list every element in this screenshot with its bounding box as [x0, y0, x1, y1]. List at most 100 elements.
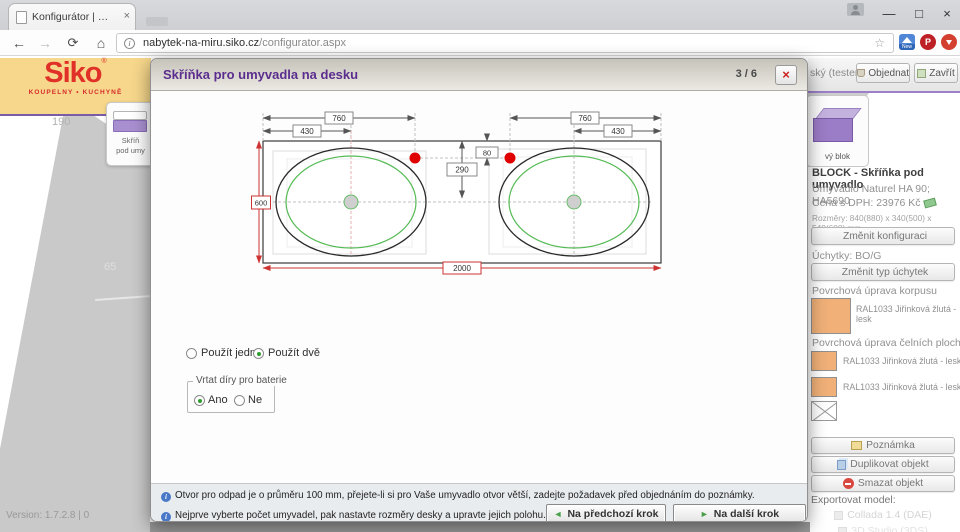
export-3ds-button[interactable]: 3D Studio (3DS) [811, 524, 955, 532]
modal-titlebar: Skříňka pro umyvadla na desku 3 / 6 × [151, 59, 808, 91]
surface-front-label: Povrchová úprava čelních ploch [812, 337, 960, 349]
forward-icon[interactable]: → [34, 32, 56, 54]
note-button[interactable]: Poznámka [811, 437, 955, 454]
tab-title: Konfigurátor | Nábytek n [32, 11, 112, 23]
close-app-button[interactable]: Zavřít [914, 63, 958, 83]
dim-430-left: 430 [300, 127, 314, 136]
next-step-button[interactable]: ► Na další krok [673, 504, 806, 522]
tab-close-icon[interactable]: × [124, 10, 130, 22]
pinterest-extension-icon[interactable]: P [920, 34, 936, 50]
radio-no[interactable] [234, 395, 245, 406]
configurator-modal: Skříňka pro umyvadla na desku 3 / 6 × [150, 58, 808, 522]
info-line-1: iOtvor pro odpad je o průměru 100 mm, př… [161, 490, 755, 502]
delete-icon [843, 478, 854, 489]
thumbnail-cabinet-card[interactable]: Skříň pod umy [106, 102, 155, 166]
back-icon[interactable]: ← [8, 32, 30, 54]
sidebar-handles: Úchytky: BO/G [812, 250, 958, 262]
window-close-button[interactable]: × [936, 0, 958, 28]
dim-80: 80 [483, 149, 491, 158]
empty-color-swatch[interactable] [811, 401, 837, 421]
browser-tab[interactable]: Konfigurátor | Nábytek n × [8, 3, 136, 30]
scene-dimension-190: 190 [52, 116, 70, 128]
radio-use-one[interactable] [186, 348, 197, 359]
scene-wall [0, 116, 150, 532]
extension-new-badge: New [899, 44, 915, 50]
dim-600: 600 [255, 199, 268, 208]
thumbnail-label-line1: Skříň [107, 136, 154, 145]
exit-icon [917, 69, 926, 78]
front-color-name-2: RAL1033 Jiřinková žlutá - lesk [843, 382, 960, 392]
thumbnail-label-line2: pod umy [107, 146, 154, 155]
surface-body-label: Povrchová úprava korpusu [812, 285, 960, 297]
modal-title: Skříňka pro umyvadla na desku [163, 67, 358, 82]
front-color-name-1: RAL1033 Jiřinková žlutá - lesk [843, 356, 960, 366]
copy-icon [837, 460, 846, 470]
reload-icon[interactable]: ⟳ [62, 32, 84, 54]
dim-760-right: 760 [578, 114, 592, 123]
window-minimize-button[interactable]: — [878, 0, 900, 28]
next-arrow-icon: ► [700, 509, 709, 519]
radio-yes-label[interactable]: Ano [208, 394, 228, 406]
radio-use-two[interactable] [253, 348, 264, 359]
screenshot-extension-icon[interactable]: New [899, 34, 915, 50]
radio-use-two-label[interactable]: Použít dvě [268, 347, 320, 359]
url-bar[interactable]: i nabytek-na-miru.siko.cz/configurator.a… [116, 33, 894, 53]
body-color-name: RAL1033 Jiřinková žlutá - lesk [856, 304, 960, 324]
window-maximize-button[interactable]: □ [908, 0, 930, 28]
info-line-2: iNejprve vyberte počet umyvadel, pak nas… [161, 510, 546, 522]
sidebar-price: Cena s DPH: 23976 Kč [812, 197, 960, 209]
order-button[interactable]: Objednat [856, 63, 910, 83]
left-drain [344, 195, 358, 209]
info-icon: i [161, 512, 171, 522]
toolbar-divider [808, 91, 960, 93]
prev-arrow-icon: ◄ [554, 509, 563, 519]
scene-dimension-65: 65 [104, 261, 116, 273]
user-label: ský (tester) [810, 67, 862, 79]
body-color-swatch[interactable] [811, 298, 851, 334]
money-icon [923, 198, 937, 209]
dim-290: 290 [455, 166, 469, 175]
cart-icon [857, 69, 865, 77]
note-icon [851, 441, 862, 450]
modal-close-button[interactable]: × [775, 65, 797, 85]
url-host: nabytek-na-miru.siko.cz [143, 37, 259, 49]
dim-760-left: 760 [332, 114, 346, 123]
profile-icon[interactable] [847, 3, 864, 16]
thumbnail-block-card[interactable]: vý blok [806, 95, 869, 167]
previous-step-button[interactable]: ◄ Na předchozí krok [546, 504, 666, 522]
page-favicon-icon [16, 11, 27, 24]
block-thumbnail-label: vý blok [807, 152, 868, 161]
info-icon: i [161, 492, 171, 502]
export-label: Exportovat model: [811, 494, 959, 506]
radio-no-label[interactable]: Ne [248, 394, 262, 406]
collada-icon [834, 511, 843, 520]
front-color-swatch-2[interactable] [811, 377, 837, 397]
dim-430-right: 430 [611, 127, 625, 136]
duplicate-object-button[interactable]: Duplikovat objekt [811, 456, 955, 473]
new-tab-button[interactable] [146, 17, 168, 26]
siko-logo[interactable]: Siko® [0, 58, 151, 88]
url-text: nabytek-na-miru.siko.cz/configurator.asp… [143, 37, 346, 49]
pocket-extension-icon[interactable] [941, 34, 957, 50]
site-info-icon[interactable]: i [124, 38, 135, 49]
step-indicator: 3 / 6 [736, 68, 757, 80]
browser-tab-bar: Konfigurátor | Nábytek n × — □ × [0, 0, 960, 30]
change-configuration-button[interactable]: Změnit konfiguraci [811, 227, 955, 245]
right-drain [567, 195, 581, 209]
block-icon [813, 118, 853, 142]
delete-object-button[interactable]: Smazat objekt [811, 475, 955, 492]
right-faucet-hole[interactable] [505, 153, 516, 164]
sink-icon [113, 111, 147, 120]
front-color-swatch-1[interactable] [811, 351, 837, 371]
left-faucet-hole[interactable] [410, 153, 421, 164]
change-handles-button[interactable]: Změnit typ úchytek [811, 263, 955, 281]
faucet-holes-legend: Vrtat díry pro baterie [193, 375, 290, 386]
home-icon[interactable]: ⌂ [90, 32, 112, 54]
modal-footer: iOtvor pro odpad je o průměru 100 mm, př… [151, 483, 808, 522]
version-label: Version: 1.7.2.8 | 0 [6, 510, 89, 521]
export-collada-button[interactable]: Collada 1.4 (DAE) [811, 508, 955, 522]
radio-yes[interactable] [194, 395, 205, 406]
application-window: Konfigurátor | Nábytek n × — □ × ← → ⟳ ⌂… [0, 0, 960, 532]
bookmark-star-icon[interactable]: ☆ [874, 36, 885, 50]
dim-2000: 2000 [453, 264, 471, 273]
